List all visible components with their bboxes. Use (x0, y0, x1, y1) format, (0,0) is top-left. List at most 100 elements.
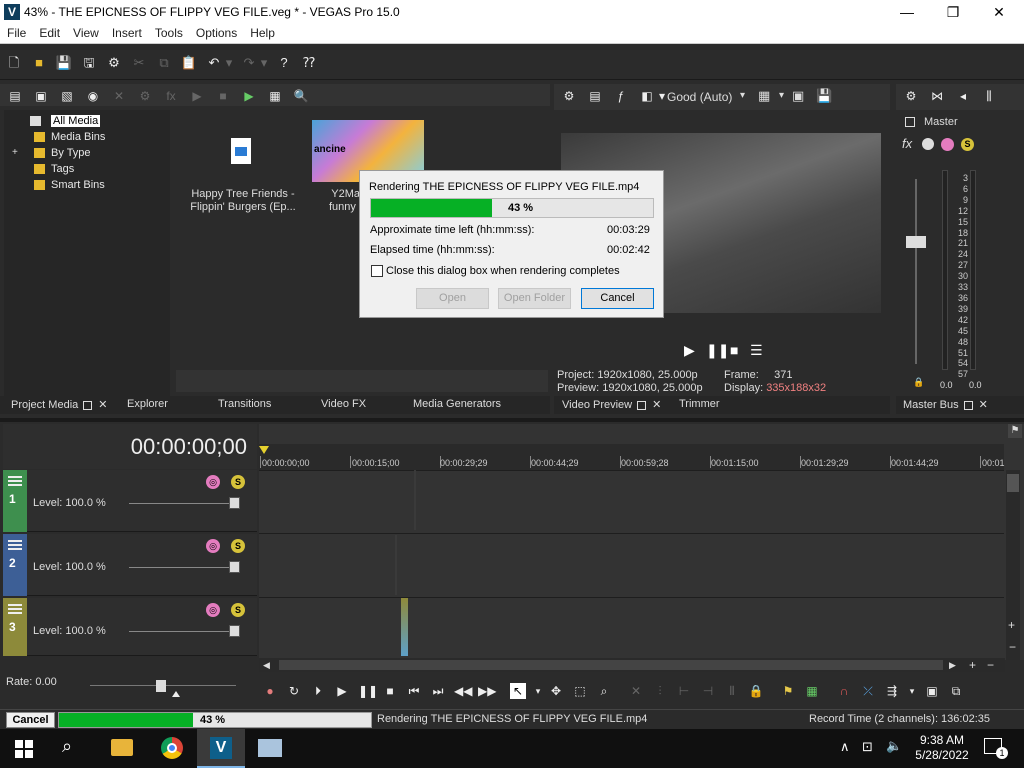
level-slider-track[interactable] (129, 503, 235, 504)
trim-end-icon[interactable]: ⊣ (700, 683, 716, 699)
solo-icon[interactable]: S (231, 475, 245, 489)
redo-dropdown-icon[interactable]: ▾ (260, 54, 268, 72)
volume-icon[interactable]: 🔈 (886, 738, 902, 754)
ripple-dropdown-icon[interactable]: ▾ (904, 683, 920, 699)
level-slider-knob[interactable] (229, 561, 240, 573)
lock-envelopes-icon[interactable]: ▣ (924, 683, 940, 699)
open-folder-button[interactable]: Open Folder (498, 288, 571, 309)
save-snapshot-icon[interactable]: 💾 (816, 88, 832, 104)
master-plugin-icon[interactable] (922, 138, 934, 150)
remove-media-icon[interactable]: ✕ (110, 87, 128, 105)
tl-stop-icon[interactable]: ■ (382, 683, 398, 699)
prev-frame-icon[interactable]: ◀◀ (454, 683, 472, 699)
master-settings-icon[interactable]: ⚙ (902, 87, 920, 105)
split-screen-icon[interactable]: ◧ (638, 87, 656, 105)
undock-icon[interactable] (637, 400, 647, 410)
close-tab-icon[interactable]: ✕ (652, 398, 661, 411)
h-zoom-in-icon[interactable]: + (969, 658, 976, 672)
menu-file[interactable]: File (0, 24, 32, 40)
tl-play-icon[interactable]: ▶ (334, 683, 350, 699)
delete-icon[interactable]: ✕ (628, 683, 644, 699)
open-folder-icon[interactable]: ■ (30, 54, 48, 72)
horizontal-scroll-thumb[interactable] (279, 660, 943, 670)
search-icon[interactable]: 🔍 (292, 87, 310, 105)
tree-item-by-type[interactable]: + By Type (4, 145, 170, 161)
paste-icon[interactable]: 📋 (180, 54, 198, 72)
auto-crossfade-icon[interactable]: ⤫ (860, 683, 876, 699)
vertical-scroll-thumb[interactable] (1007, 474, 1019, 492)
next-frame-icon[interactable]: ▶▶ (478, 683, 496, 699)
media-properties-icon[interactable]: ⚙ (136, 87, 154, 105)
track-header-2[interactable]: 2 ◎ S Level: 100.0 % (3, 534, 257, 596)
tab-master-bus[interactable]: Master Bus ✕ (903, 398, 988, 411)
menu-view[interactable]: View (66, 24, 105, 40)
stop-preview-icon[interactable]: ■ (214, 87, 232, 105)
copy-snapshot-icon[interactable]: ▣ (792, 88, 804, 104)
selection-tool-icon[interactable]: ⬚ (572, 683, 588, 699)
clock[interactable]: 9:38 AM 5/28/2022 (914, 733, 970, 763)
menu-edit[interactable]: Edit (32, 24, 66, 40)
show-hidden-icons[interactable]: ∧ (840, 739, 850, 755)
auto-ripple-icon[interactable]: ⇶ (884, 683, 900, 699)
copy-icon[interactable]: ⧉ (155, 54, 173, 72)
preview-device-icon[interactable]: ▤ (586, 87, 604, 105)
downmix-icon[interactable]: ⋈ (928, 87, 946, 105)
cancel-render-button[interactable]: Cancel (581, 288, 654, 309)
open-button[interactable]: Open (416, 288, 489, 309)
tab-video-fx[interactable]: Video FX (321, 398, 366, 410)
h-zoom-out-icon[interactable]: − (987, 658, 994, 672)
play-preview-icon[interactable]: ▶ (188, 87, 206, 105)
insert-marker-icon[interactable]: ⚑ (780, 683, 796, 699)
track-3-event-clip[interactable] (401, 598, 408, 656)
master-fader-knob[interactable] (906, 236, 926, 248)
mute-icon[interactable]: ◎ (206, 475, 220, 489)
track-menu-icon[interactable] (8, 476, 22, 486)
envelope-tool-icon[interactable]: ✥ (548, 683, 564, 699)
pause-icon[interactable]: ❚❚ (706, 342, 729, 359)
track-menu-icon[interactable] (8, 604, 22, 614)
splitter[interactable] (0, 418, 1024, 422)
tree-item-tags[interactable]: Tags (4, 161, 170, 177)
settings-gear-icon[interactable]: ⚙ (105, 54, 123, 72)
auto-preview-icon[interactable]: ▶ (240, 87, 258, 105)
trim-start-icon[interactable]: ⊢ (676, 683, 692, 699)
tab-transitions[interactable]: Transitions (218, 398, 271, 410)
undo-icon[interactable]: ↶ (205, 54, 223, 72)
rate-slider-knob[interactable] (156, 680, 166, 692)
level-slider-track[interactable] (129, 567, 235, 568)
marker-icon[interactable] (259, 446, 269, 454)
mixer-icon[interactable]: ⫼ (980, 87, 998, 105)
overlays-grid-icon[interactable]: ▦ (758, 88, 770, 104)
preview-quality-select[interactable]: Good (Auto) (667, 90, 732, 104)
tl-pause-icon[interactable]: ❚❚ (358, 683, 378, 699)
track-header-3[interactable]: 3 ◎ S Level: 100.0 % (3, 598, 257, 656)
master-mute-icon[interactable] (941, 138, 954, 151)
lock-icon[interactable]: 🔒 (913, 377, 924, 388)
get-media-web-icon[interactable]: ◉ (84, 87, 102, 105)
rate-reset-icon[interactable] (172, 691, 180, 697)
normal-edit-tool-icon[interactable]: ↖ (510, 683, 526, 699)
stop-icon[interactable]: ■ (730, 342, 738, 358)
tab-media-generators[interactable]: Media Generators (413, 398, 501, 410)
go-end-icon[interactable]: ⏭ (430, 683, 446, 699)
master-checkbox-icon[interactable] (905, 117, 915, 127)
vegas-taskbar-button[interactable]: V (197, 729, 245, 768)
close-when-complete-checkbox[interactable] (371, 265, 383, 277)
mute-icon[interactable]: ◎ (206, 539, 220, 553)
zoom-out-icon[interactable]: − (1009, 640, 1016, 654)
tree-item-smart-bins[interactable]: Smart Bins (4, 177, 170, 193)
status-cancel-button[interactable]: Cancel (6, 712, 55, 728)
media-fx-icon[interactable]: fx (162, 87, 180, 105)
master-solo-icon[interactable]: S (961, 138, 974, 151)
whats-this-icon[interactable]: ⁇ (300, 54, 318, 72)
search-taskbar-icon[interactable]: ⌕ (62, 736, 72, 757)
save-icon[interactable]: 💾 (55, 54, 73, 72)
mute-icon[interactable]: ◎ (206, 603, 220, 617)
minimize-button[interactable]: — (884, 2, 930, 22)
edit-tool-dropdown-icon[interactable]: ▾ (530, 683, 546, 699)
loop-icon[interactable]: ↻ (286, 683, 302, 699)
menu-insert[interactable]: Insert (105, 24, 148, 40)
timeline-flag-icon[interactable]: ⚑ (1008, 424, 1022, 438)
get-media-icon[interactable]: ▧ (58, 87, 76, 105)
video-fx-icon[interactable]: ƒ (612, 87, 630, 105)
